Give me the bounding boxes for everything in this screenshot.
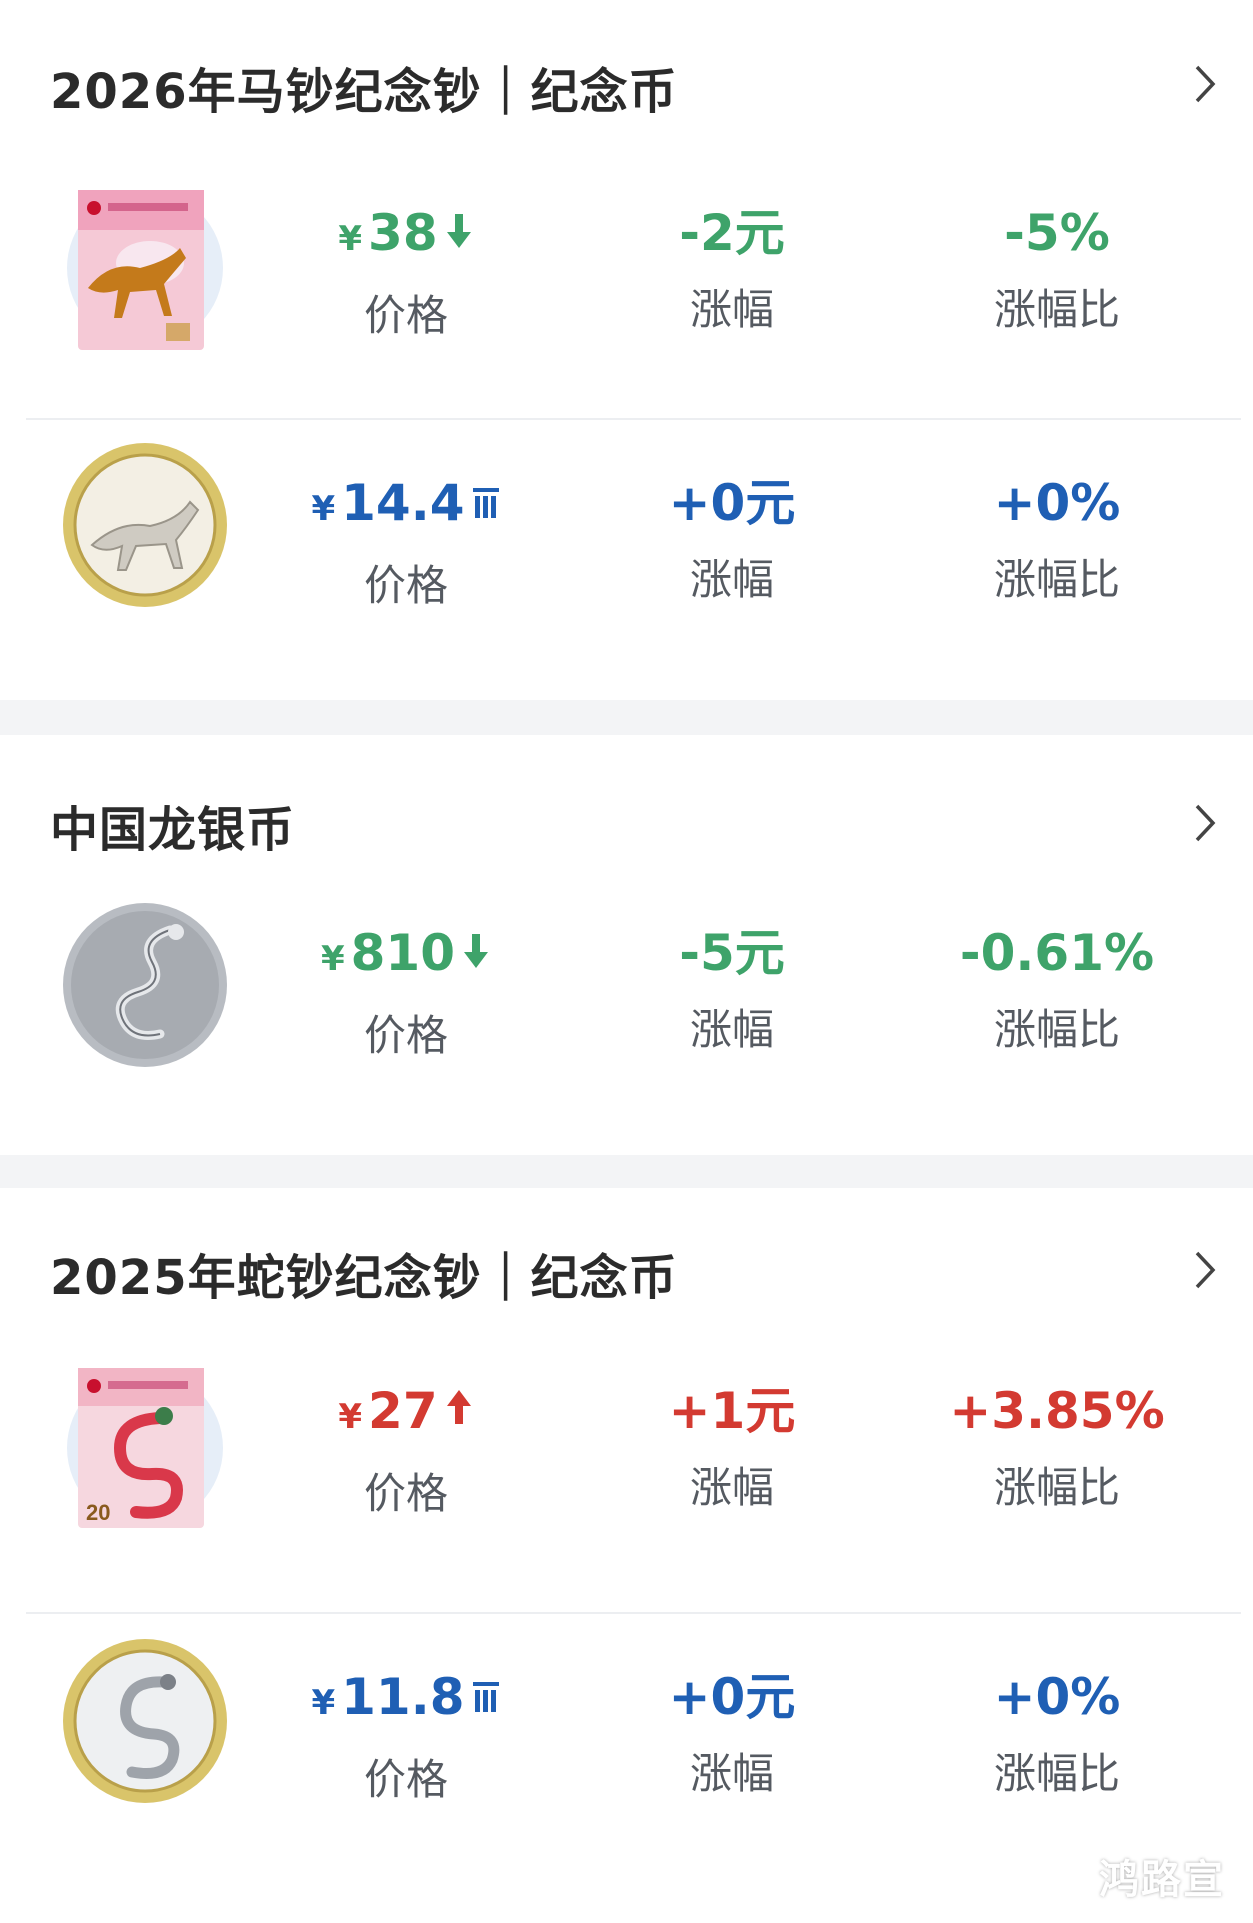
svg-text:20: 20 bbox=[86, 1500, 110, 1525]
horse-coin-thumbnail bbox=[60, 440, 230, 630]
arrow-up-icon bbox=[446, 1390, 471, 1424]
snake-banknote-thumbnail: 20 bbox=[60, 1348, 230, 1538]
change-label: 涨幅 bbox=[689, 1749, 774, 1798]
price-value: 11.8 bbox=[341, 1668, 465, 1726]
change-value: +0元 bbox=[668, 474, 796, 532]
currency-symbol: ¥ bbox=[338, 1397, 363, 1437]
change-stat: +0元 涨幅 bbox=[572, 1664, 892, 1800]
list-item[interactable]: 20 ¥27 价格 +1元 涨幅 +3.85% 涨幅比 bbox=[0, 1328, 1253, 1598]
price-label: 价格 bbox=[363, 291, 448, 340]
change-label: 涨幅 bbox=[689, 1463, 774, 1512]
pct-value: -5% bbox=[1004, 204, 1110, 262]
pct-stat: -0.61% 涨幅比 bbox=[897, 920, 1217, 1056]
arrow-down-icon bbox=[464, 934, 489, 968]
price-value: 38 bbox=[368, 204, 438, 262]
list-item[interactable]: ¥810 价格 -5元 涨幅 -0.61% 涨幅比 bbox=[0, 870, 1253, 1140]
section-title: 2025年蛇钞纪念钞｜纪念币 bbox=[50, 1250, 678, 1306]
pct-stat: +0% 涨幅比 bbox=[897, 470, 1217, 606]
snake-coin-thumbnail bbox=[60, 1636, 230, 1826]
price-stat: ¥810 价格 bbox=[246, 920, 566, 1062]
pct-value: -0.61% bbox=[959, 924, 1155, 982]
pct-value: +3.85% bbox=[949, 1382, 1165, 1440]
section-title: 中国龙银币 bbox=[50, 802, 296, 858]
change-value: -5元 bbox=[679, 924, 785, 982]
price-value: 27 bbox=[368, 1382, 438, 1440]
change-value: +0元 bbox=[668, 1668, 796, 1726]
pct-stat: -5% 涨幅比 bbox=[897, 200, 1217, 336]
pct-stat: +0% 涨幅比 bbox=[897, 1664, 1217, 1800]
price-value: 810 bbox=[350, 924, 456, 982]
price-label: 价格 bbox=[363, 561, 448, 610]
pct-stat: +3.85% 涨幅比 bbox=[897, 1378, 1217, 1514]
horse-banknote-thumbnail bbox=[60, 168, 230, 358]
pct-label: 涨幅比 bbox=[993, 1463, 1120, 1512]
price-label: 价格 bbox=[363, 1011, 448, 1060]
section-card-horse: 2026年马钞纪念钞｜纪念币 ¥38 价格 -2元 涨幅 -5% 涨幅比 ¥ 1… bbox=[0, 0, 1253, 700]
list-item[interactable]: ¥14.4 价格 +0元 涨幅 +0% 涨幅比 bbox=[0, 420, 1253, 690]
chevron-right-icon[interactable] bbox=[1185, 1242, 1225, 1298]
section-card-dragon: 中国龙银币 ¥810 价格 -5元 涨幅 -0.61% 涨幅比 bbox=[0, 735, 1253, 1155]
price-stat: ¥38 价格 bbox=[246, 200, 566, 342]
list-item[interactable]: ¥38 价格 -2元 涨幅 -5% 涨幅比 bbox=[0, 150, 1253, 420]
change-label: 涨幅 bbox=[689, 1005, 774, 1054]
price-label: 价格 bbox=[363, 1755, 448, 1804]
flat-bars-icon bbox=[472, 1682, 499, 1712]
price-value: 14.4 bbox=[341, 474, 465, 532]
chevron-right-icon[interactable] bbox=[1185, 56, 1225, 112]
section-card-snake: 2025年蛇钞纪念钞｜纪念币 20 ¥27 价格 +1元 涨幅 +3.85% 涨… bbox=[0, 1188, 1253, 1923]
change-label: 涨幅 bbox=[689, 555, 774, 604]
change-value: +1元 bbox=[668, 1382, 796, 1440]
currency-symbol: ¥ bbox=[311, 489, 336, 529]
pct-value: +0% bbox=[993, 1668, 1121, 1726]
pct-label: 涨幅比 bbox=[993, 555, 1120, 604]
currency-symbol: ¥ bbox=[320, 939, 345, 979]
section-title: 2026年马钞纪念钞｜纪念币 bbox=[50, 64, 678, 120]
pct-label: 涨幅比 bbox=[993, 1749, 1120, 1798]
watermark: 鸿路宣 bbox=[1099, 1857, 1225, 1903]
price-label: 价格 bbox=[363, 1469, 448, 1518]
list-item[interactable]: ¥11.8 价格 +0元 涨幅 +0% 涨幅比 bbox=[0, 1614, 1253, 1884]
arrow-down-icon bbox=[446, 214, 471, 248]
pct-label: 涨幅比 bbox=[993, 1005, 1120, 1054]
pct-label: 涨幅比 bbox=[993, 285, 1120, 334]
currency-symbol: ¥ bbox=[338, 219, 363, 259]
price-stat: ¥14.4 价格 bbox=[246, 470, 566, 612]
change-label: 涨幅 bbox=[689, 285, 774, 334]
change-stat: +0元 涨幅 bbox=[572, 470, 892, 606]
currency-symbol: ¥ bbox=[311, 1683, 336, 1723]
flat-bars-icon bbox=[472, 488, 499, 518]
pct-value: +0% bbox=[993, 474, 1121, 532]
change-stat: -5元 涨幅 bbox=[572, 920, 892, 1056]
dragon-silver-coin-thumbnail bbox=[60, 900, 230, 1090]
price-stat: ¥11.8 价格 bbox=[246, 1664, 566, 1806]
change-stat: -2元 涨幅 bbox=[572, 200, 892, 336]
price-stat: ¥27 价格 bbox=[246, 1378, 566, 1520]
change-value: -2元 bbox=[679, 204, 785, 262]
change-stat: +1元 涨幅 bbox=[572, 1378, 892, 1514]
chevron-right-icon[interactable] bbox=[1185, 795, 1225, 851]
